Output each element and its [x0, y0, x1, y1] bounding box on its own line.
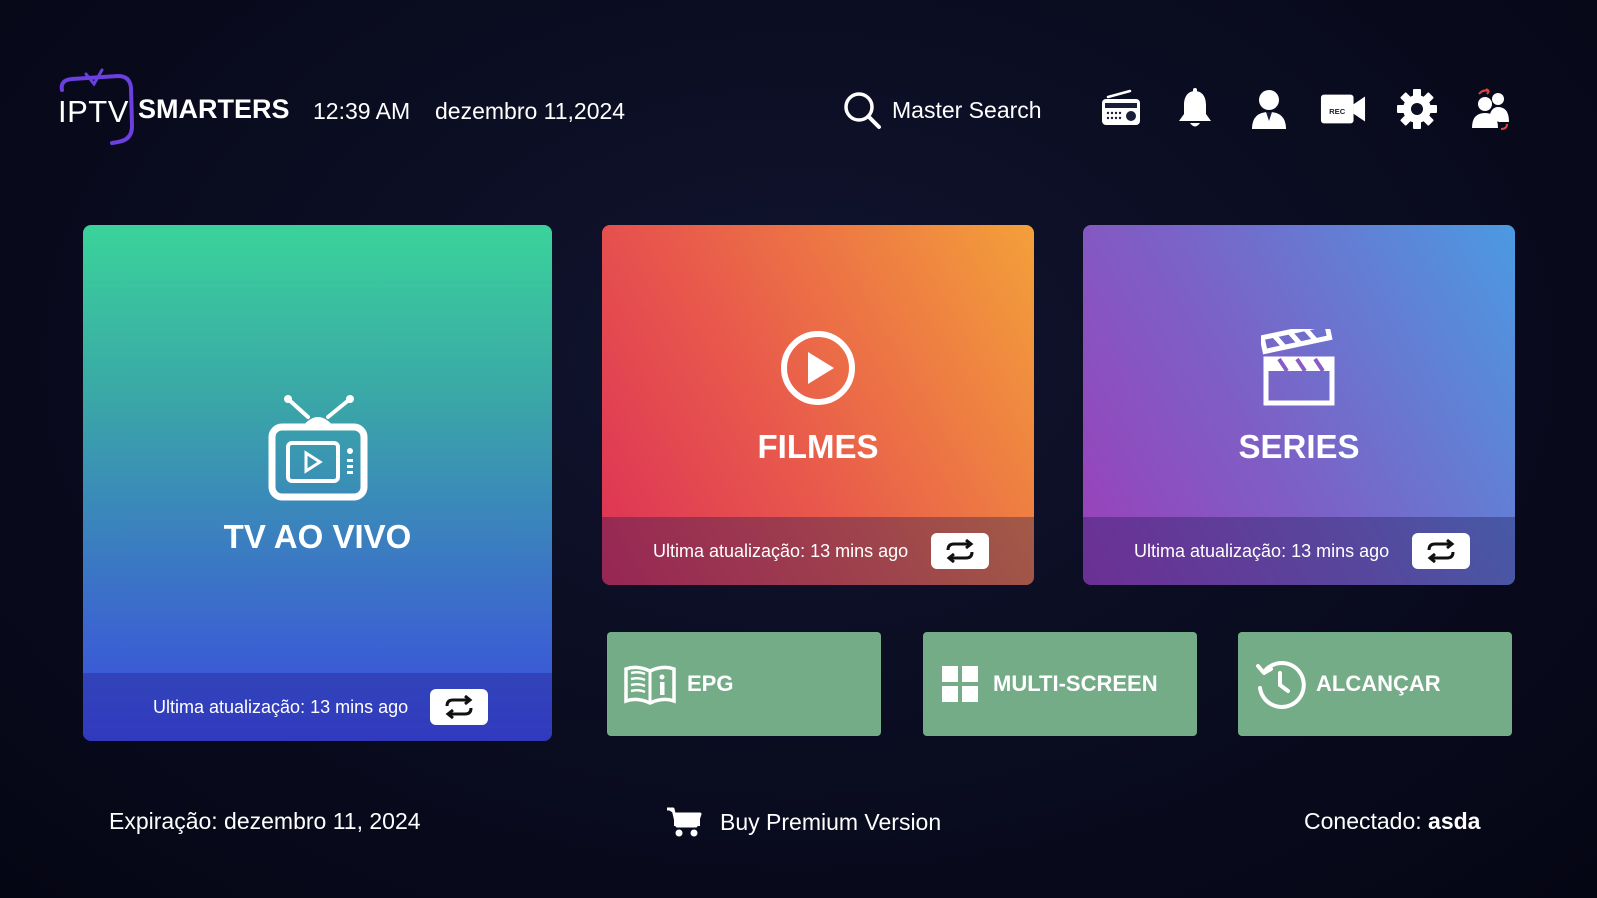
settings-button[interactable] [1394, 86, 1440, 132]
record-button[interactable]: REC [1320, 86, 1366, 132]
movies-title: FILMES [757, 428, 879, 465]
master-search-button[interactable]: Master Search [842, 88, 1042, 132]
logo-smarters-text: SMARTERS [138, 94, 290, 124]
movies-refresh-button[interactable] [931, 533, 989, 569]
buy-premium-label: Buy Premium Version [720, 808, 942, 835]
app-logo: IPTV SMARTERS [56, 60, 290, 146]
live-tv-last-update: Ultima atualização: 13 mins ago [153, 697, 409, 717]
notifications-button[interactable] [1172, 86, 1218, 132]
profile-button[interactable] [1246, 86, 1292, 132]
movies-tile[interactable]: FILMES Ultima atualização: 13 mins ago [602, 225, 1034, 585]
logo-iptv-text: IPTV [58, 94, 129, 129]
epg-button[interactable]: EPG [607, 632, 881, 736]
epg-label: EPG [687, 671, 734, 696]
grid-icon [942, 666, 978, 702]
movies-icon-wrap [779, 329, 857, 412]
radio-button[interactable] [1098, 86, 1144, 132]
switch-user-button[interactable] [1468, 86, 1514, 132]
bell-icon [1179, 88, 1211, 127]
connected-user: asda [1428, 808, 1481, 834]
multi-screen-label: MULTI-SCREEN [993, 671, 1158, 696]
header: IPTV SMARTERS 12:39 AM dezembro 11,2024 … [0, 0, 1597, 180]
clapperboard-icon [1259, 321, 1335, 406]
live-tv-tile[interactable]: TV AO VIVO Ultima atualização: 13 mins a… [83, 225, 552, 741]
movies-last-update: Ultima atualização: 13 mins ago [653, 541, 909, 561]
expiration-text: Expiração: dezembro 11, 2024 [109, 808, 421, 834]
refresh-icon [445, 695, 473, 719]
history-clock-icon [1256, 661, 1306, 709]
multi-screen-button[interactable]: MULTI-SCREEN [923, 632, 1197, 736]
refresh-icon [946, 539, 974, 563]
live-tv-icon-wrap [266, 393, 370, 506]
rec-label: REC [1329, 107, 1346, 116]
series-title: SERIES [1238, 428, 1360, 465]
rec-camera-icon: REC [1320, 94, 1366, 124]
catch-up-button[interactable]: ALCANÇAR [1238, 632, 1512, 736]
series-last-update: Ultima atualização: 13 mins ago [1134, 541, 1390, 561]
live-tv-footer: Ultima atualização: 13 mins ago [83, 673, 552, 741]
play-icon [781, 331, 855, 405]
book-info-icon [624, 665, 676, 705]
catch-up-label: ALCANÇAR [1316, 671, 1441, 696]
radio-icon [1102, 89, 1140, 125]
epg-icon-wrap [623, 663, 677, 705]
live-tv-title: TV AO VIVO [223, 518, 412, 555]
connected-label: Conectado: [1304, 808, 1422, 834]
movies-footer: Ultima atualização: 13 mins ago [602, 517, 1034, 585]
tv-icon [268, 395, 367, 501]
clock: 12:39 AM [313, 98, 411, 124]
series-tile[interactable]: SERIES Ultima atualização: 13 mins ago [1083, 225, 1515, 585]
switch-user-icon [1472, 88, 1509, 130]
series-icon-wrap [1259, 321, 1337, 412]
profile-icon [1252, 90, 1286, 129]
series-refresh-button[interactable] [1412, 533, 1470, 569]
series-footer: Ultima atualização: 13 mins ago [1083, 517, 1515, 585]
connected-status: Conectado: asda [1304, 808, 1480, 835]
refresh-icon [1427, 539, 1455, 563]
master-search-label: Master Search [892, 96, 1042, 123]
current-date: dezembro 11,2024 [435, 98, 626, 124]
live-tv-refresh-button[interactable] [430, 689, 488, 725]
cart-icon [667, 807, 702, 837]
gear-icon [1397, 89, 1437, 129]
search-icon [844, 92, 881, 129]
catch-up-icon-wrap [1254, 658, 1306, 710]
multi-screen-icon-wrap [942, 666, 978, 702]
buy-premium-button[interactable]: Buy Premium Version [666, 806, 941, 838]
